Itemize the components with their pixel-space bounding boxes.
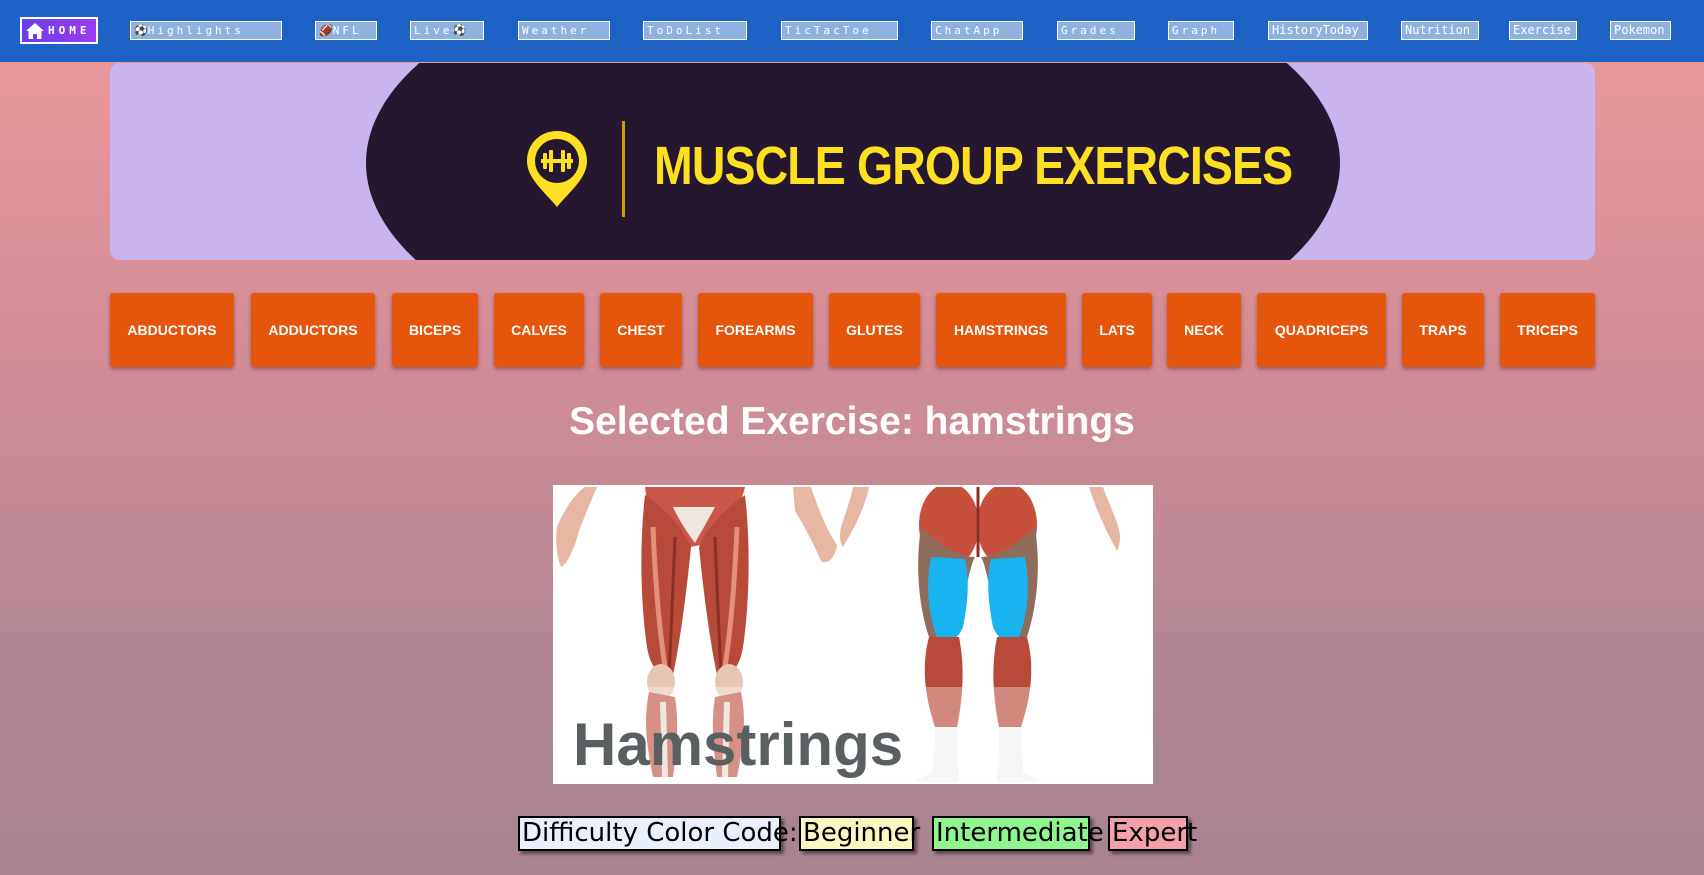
nav-link-label: Weather: [522, 24, 590, 37]
nav-link-label: Exercise: [1513, 23, 1571, 37]
banner-divider: [622, 121, 625, 217]
nav-link-highlights[interactable]: ⚽Highlights: [130, 21, 282, 40]
selected-exercise-heading: Selected Exercise: hamstrings: [569, 400, 1135, 443]
nav-link-label: TicTacToe: [785, 24, 872, 37]
muscle-button-chest[interactable]: CHEST: [600, 293, 682, 367]
muscle-button-abductors[interactable]: ABDUCTORS: [110, 293, 234, 367]
difficulty-beginner-badge: Beginner: [799, 816, 920, 851]
nav-link-tictactoe[interactable]: TicTacToe: [781, 21, 898, 40]
header-banner: MUSCLE GROUP EXERCISES: [110, 63, 1595, 260]
nav-link-label: Live: [414, 24, 453, 37]
nav-link-label: ToDoList: [647, 24, 724, 37]
banner-title: MUSCLE GROUP EXERCISES: [654, 136, 1293, 196]
soccer-ball-icon: ⚽: [452, 24, 467, 37]
top-navbar: HOME ⚽Highlights 🏈NFL Live⚽ Weather ToDo…: [0, 0, 1704, 62]
nav-link-pokemon[interactable]: Pokemon: [1610, 21, 1671, 40]
muscle-button-triceps[interactable]: TRICEPS: [1500, 293, 1595, 367]
muscle-button-biceps[interactable]: BICEPS: [392, 293, 478, 367]
nav-link-nfl[interactable]: 🏈NFL: [315, 21, 377, 40]
muscle-button-calves[interactable]: CALVES: [494, 293, 584, 367]
nav-link-grades[interactable]: Grades: [1057, 21, 1135, 40]
difficulty-intermediate-badge: Intermediate: [932, 816, 1104, 851]
nav-link-label: NFL: [332, 24, 362, 37]
nav-link-label: Highlights: [147, 24, 244, 37]
muscle-diagram-image: Hamstrings: [553, 485, 1153, 784]
muscle-button-quadriceps[interactable]: QUADRICEPS: [1257, 293, 1386, 367]
soccer-ball-icon: ⚽: [134, 24, 148, 37]
nav-link-label: ChatApp: [935, 24, 1003, 37]
muscle-button-neck[interactable]: NECK: [1167, 293, 1241, 367]
image-caption: Hamstrings: [573, 711, 904, 778]
nav-link-exercise[interactable]: Exercise: [1509, 21, 1577, 40]
nav-link-label: Pokemon: [1614, 23, 1665, 37]
nav-link-chatapp[interactable]: ChatApp: [931, 21, 1023, 40]
nav-link-historytoday[interactable]: HistoryToday: [1268, 21, 1368, 40]
dumbbell-pin-icon: [527, 131, 587, 207]
nav-link-live[interactable]: Live⚽: [410, 21, 484, 40]
nav-link-label: Nutrition: [1405, 23, 1471, 37]
muscle-button-traps[interactable]: TRAPS: [1402, 293, 1484, 367]
nav-link-label: Grades: [1061, 24, 1119, 37]
nav-home-label: HOME: [48, 24, 91, 37]
muscle-button-lats[interactable]: LATS: [1082, 293, 1152, 367]
nav-link-label: Graph: [1172, 24, 1221, 37]
difficulty-legend-label: Difficulty Color Code:: [518, 816, 798, 851]
muscle-button-hamstrings[interactable]: HAMSTRINGS: [936, 293, 1066, 367]
nav-link-weather[interactable]: Weather: [518, 21, 610, 40]
home-icon: [26, 22, 44, 39]
muscle-button-glutes[interactable]: GLUTES: [829, 293, 920, 367]
nav-link-todolist[interactable]: ToDoList: [643, 21, 747, 40]
nav-link-label: HistoryToday: [1272, 23, 1359, 37]
muscle-button-forearms[interactable]: FOREARMS: [698, 293, 813, 367]
nav-link-nutrition[interactable]: Nutrition: [1401, 21, 1479, 40]
difficulty-expert-badge: Expert: [1108, 816, 1197, 851]
nav-home-link[interactable]: HOME: [20, 17, 98, 44]
football-icon: 🏈: [319, 24, 333, 37]
nav-link-graph[interactable]: Graph: [1168, 21, 1234, 40]
muscle-button-adductors[interactable]: ADDUCTORS: [251, 293, 375, 367]
